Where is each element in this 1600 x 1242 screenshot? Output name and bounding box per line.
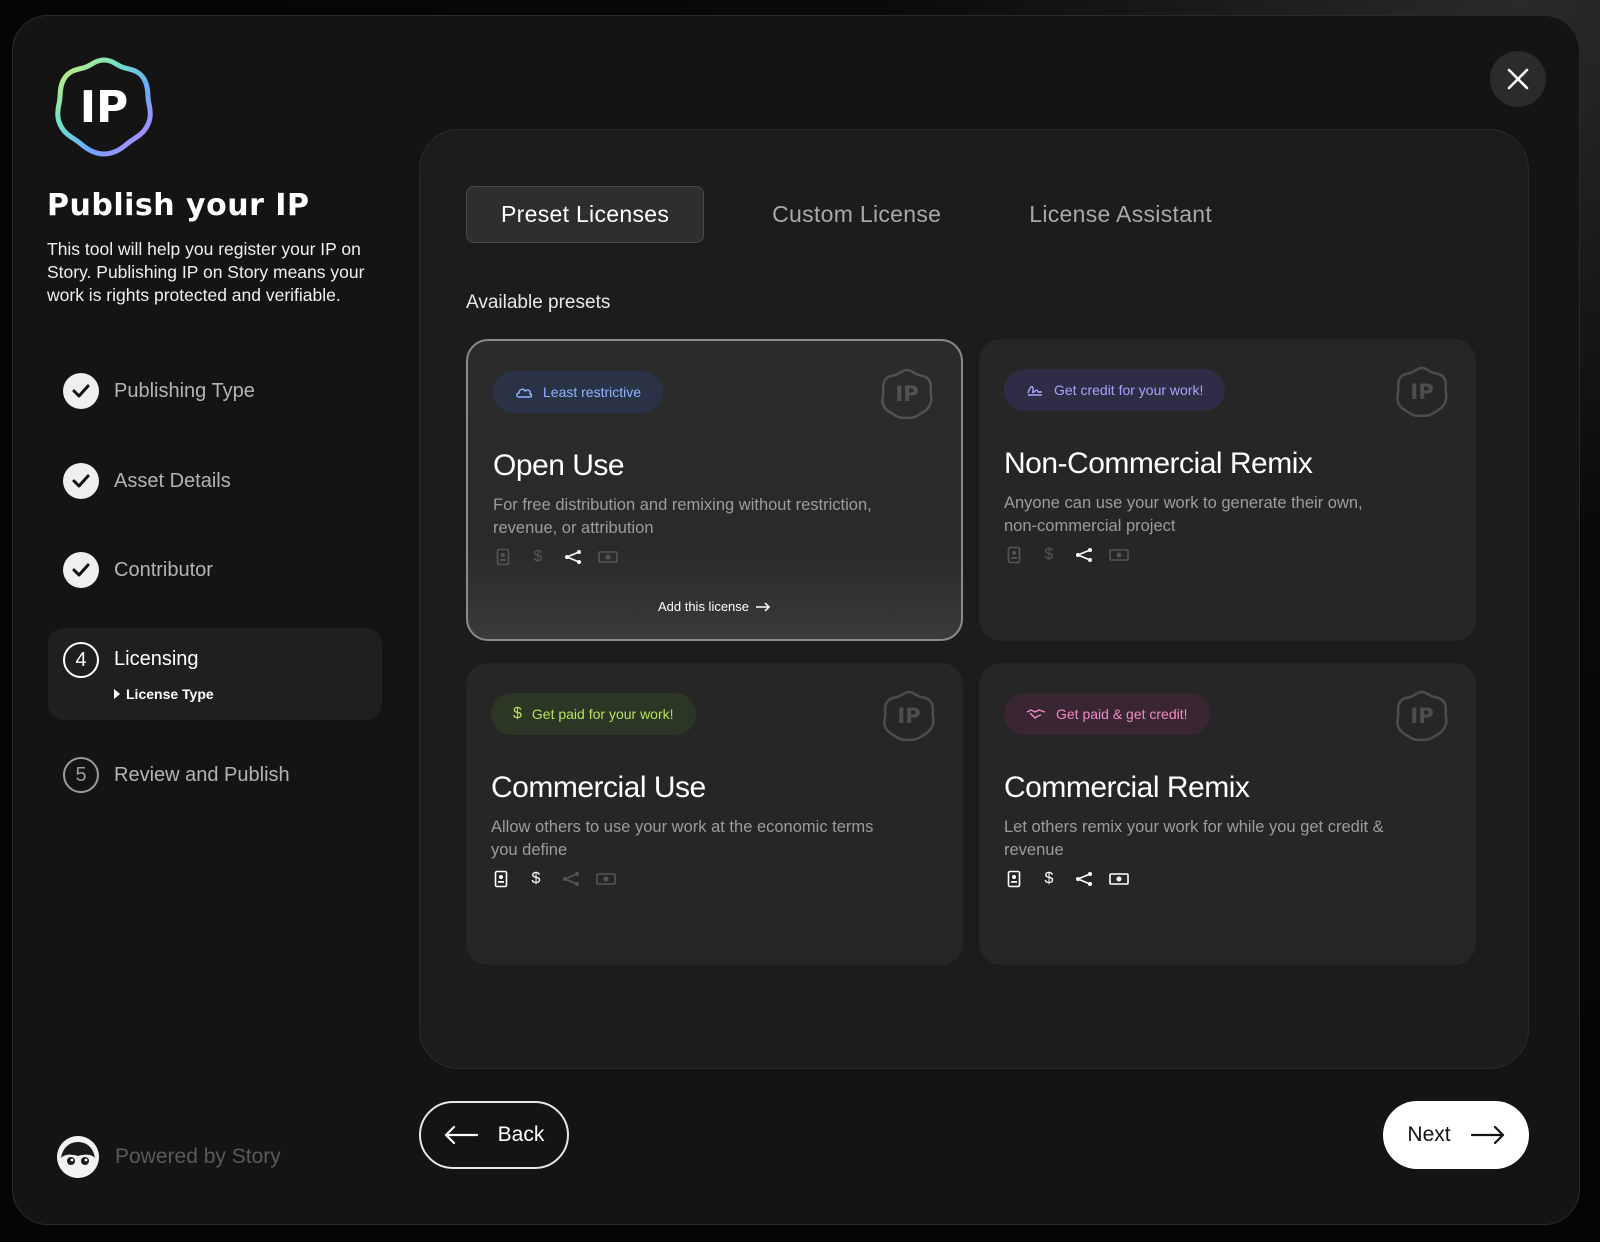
publish-ip-modal: IP Publish your IP This tool will help y… xyxy=(12,15,1580,1225)
ip-logo: IP xyxy=(55,57,153,157)
license-term-icons: $ xyxy=(493,547,618,567)
license-card-commercial-use[interactable]: $ Get paid for your work! IP Commercial … xyxy=(466,663,963,965)
powered-by-text: Powered by Story xyxy=(115,1145,281,1168)
step-asset-details[interactable]: Asset Details xyxy=(48,446,382,516)
money-icon xyxy=(598,547,618,567)
next-button[interactable]: Next xyxy=(1383,1101,1529,1169)
money-icon xyxy=(1109,869,1129,889)
card-description: Allow others to use your work at the eco… xyxy=(491,818,874,859)
license-card-open-use[interactable]: Least restrictive IP Open Use For free d… xyxy=(466,339,963,641)
card-description: For free distribution and remixing witho… xyxy=(493,496,872,537)
caret-right-icon xyxy=(114,689,120,699)
license-card-commercial-remix[interactable]: Get paid & get credit! IP Commercial Rem… xyxy=(979,663,1476,965)
id-card-icon xyxy=(1004,869,1024,889)
license-card-non-commercial-remix[interactable]: Get credit for your work! IP Non-Commerc… xyxy=(979,339,1476,641)
dollar-icon: $ xyxy=(513,705,522,722)
id-card-icon xyxy=(491,869,511,889)
ip-watermark-icon: IP xyxy=(1396,366,1448,417)
dollar-icon: $ xyxy=(1044,870,1054,887)
step-label: Asset Details xyxy=(114,469,231,492)
license-term-icons: $ xyxy=(1004,545,1129,565)
id-card-icon xyxy=(1004,545,1024,565)
license-tabs: Preset Licenses Custom License License A… xyxy=(466,186,1246,243)
money-icon xyxy=(1109,545,1129,565)
step-review-publish[interactable]: 5 Review and Publish xyxy=(48,740,382,810)
back-button[interactable]: Back xyxy=(419,1101,569,1169)
tab-custom-license[interactable]: Custom License xyxy=(738,186,975,243)
license-badge: Get credit for your work! xyxy=(1004,369,1226,411)
add-license-link[interactable]: Add this license xyxy=(468,599,961,614)
arrow-left-icon xyxy=(444,1126,478,1144)
step-contributor[interactable]: Contributor xyxy=(48,535,382,605)
step-label: Licensing xyxy=(114,648,199,670)
close-icon xyxy=(1507,68,1529,90)
ip-watermark-icon: IP xyxy=(881,368,933,419)
share-icon xyxy=(1074,869,1094,889)
handshake-icon xyxy=(1026,709,1046,719)
license-term-icons: $ xyxy=(1004,869,1129,889)
svg-text:IP: IP xyxy=(897,704,920,728)
arrow-right-icon xyxy=(756,601,771,612)
cloud-icon xyxy=(516,388,533,398)
dollar-icon: $ xyxy=(1044,546,1054,563)
step-licensing[interactable]: 4 Licensing License Type xyxy=(48,628,382,720)
page-description: This tool will help you register your IP… xyxy=(47,239,365,305)
ip-watermark-icon: IP xyxy=(883,690,935,741)
close-button[interactable] xyxy=(1490,51,1546,107)
card-title: Commercial Use xyxy=(491,771,706,804)
ip-watermark-icon: IP xyxy=(1396,690,1448,741)
substep-license-type[interactable]: License Type xyxy=(114,686,214,702)
signature-icon xyxy=(1027,385,1042,396)
card-description: Let others remix your work for while you… xyxy=(1004,818,1384,859)
tab-preset-licenses[interactable]: Preset Licenses xyxy=(466,186,705,243)
step-label: Review and Publish xyxy=(114,763,290,786)
card-title: Open Use xyxy=(493,449,625,482)
card-title: Commercial Remix xyxy=(1004,771,1250,804)
page-title: Publish your IP xyxy=(47,188,310,223)
license-badge: $ Get paid for your work! xyxy=(491,693,696,735)
check-icon xyxy=(63,373,99,409)
available-presets-heading: Available presets xyxy=(466,292,611,313)
step-number-badge: 4 xyxy=(63,642,99,678)
license-term-icons: $ xyxy=(491,869,616,889)
dollar-icon: $ xyxy=(531,870,541,887)
card-description: Anyone can use your work to generate the… xyxy=(1004,494,1363,535)
card-title: Non-Commercial Remix xyxy=(1004,447,1313,480)
powered-by: Powered by Story xyxy=(57,1136,281,1178)
step-number-badge: 5 xyxy=(63,757,99,793)
id-card-icon xyxy=(493,547,513,567)
check-icon xyxy=(63,552,99,588)
check-icon xyxy=(63,463,99,499)
svg-text:IP: IP xyxy=(895,382,918,406)
license-badge: Get paid & get credit! xyxy=(1004,693,1210,735)
substep-label: License Type xyxy=(126,686,214,702)
step-publishing-type[interactable]: Publishing Type xyxy=(48,356,382,426)
svg-text:IP: IP xyxy=(1410,380,1433,404)
step-label: Publishing Type xyxy=(114,379,255,402)
share-icon xyxy=(561,869,581,889)
svg-text:IP: IP xyxy=(1410,704,1433,728)
share-icon xyxy=(1074,545,1094,565)
story-mascot-avatar xyxy=(57,1136,99,1178)
step-label: Contributor xyxy=(114,558,213,581)
dollar-icon: $ xyxy=(533,548,543,565)
arrow-right-icon xyxy=(1470,1126,1504,1144)
license-panel: Preset Licenses Custom License License A… xyxy=(419,129,1529,1069)
tab-license-assistant[interactable]: License Assistant xyxy=(995,186,1246,243)
license-badge: Least restrictive xyxy=(493,371,664,413)
svg-text:IP: IP xyxy=(80,82,129,133)
money-icon xyxy=(596,869,616,889)
share-icon xyxy=(563,547,583,567)
